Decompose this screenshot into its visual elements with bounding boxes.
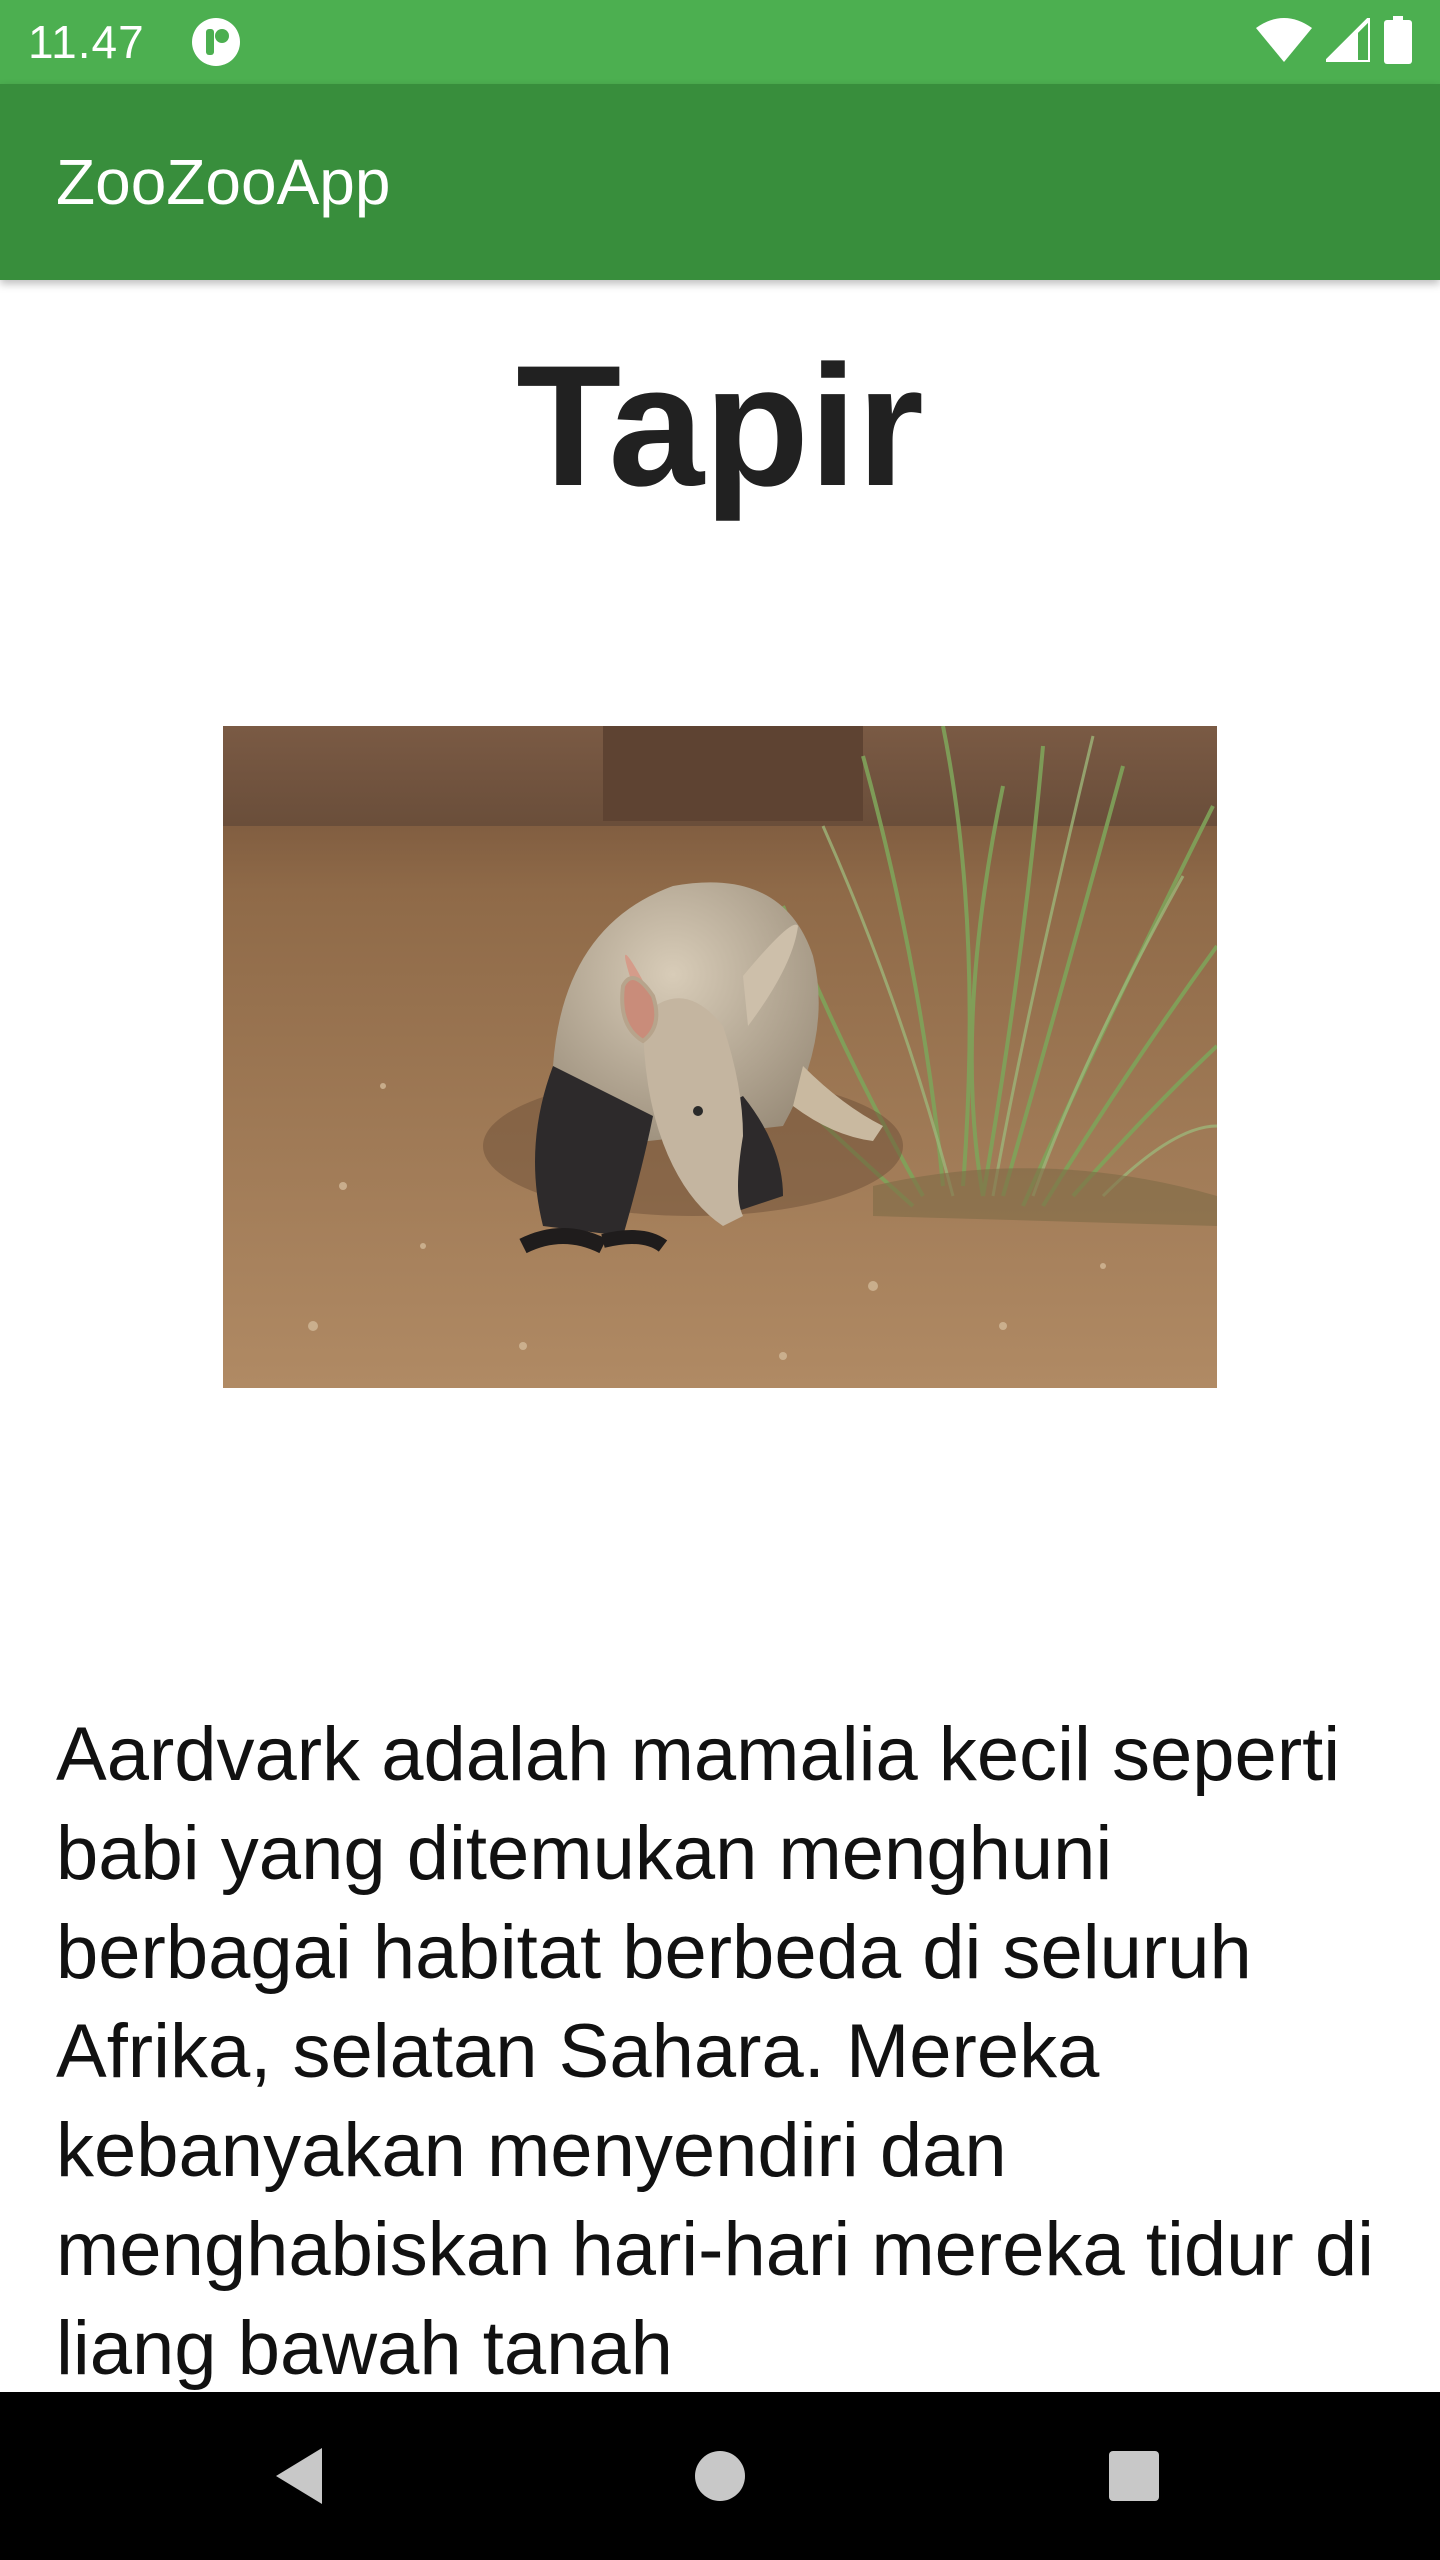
back-icon[interactable] — [260, 2436, 340, 2516]
status-icons — [1256, 12, 1412, 69]
animal-image — [223, 726, 1217, 1388]
app-notification-icon — [190, 16, 242, 68]
recents-icon[interactable] — [1094, 2436, 1174, 2516]
signal-icon — [1321, 12, 1372, 67]
animal-name: Tapir — [516, 330, 924, 522]
status-time: 11.47 — [28, 16, 145, 68]
app-bar: ZooZooApp — [0, 84, 1440, 280]
home-icon[interactable] — [680, 2436, 760, 2516]
aardvark-photo — [223, 726, 1217, 1388]
app-title: ZooZooApp — [56, 146, 391, 218]
navigation-bar — [0, 2392, 1440, 2560]
wifi-icon — [1256, 17, 1312, 67]
status-bar: 11.47 — [0, 0, 1440, 84]
animal-description: Aardvark adalah mamalia kecil seperti ba… — [56, 1712, 1374, 2391]
animal-detail[interactable]: Tapir Aardvark adalah mamalia kecil sepe… — [0, 280, 1440, 2392]
battery-icon — [1384, 15, 1412, 69]
